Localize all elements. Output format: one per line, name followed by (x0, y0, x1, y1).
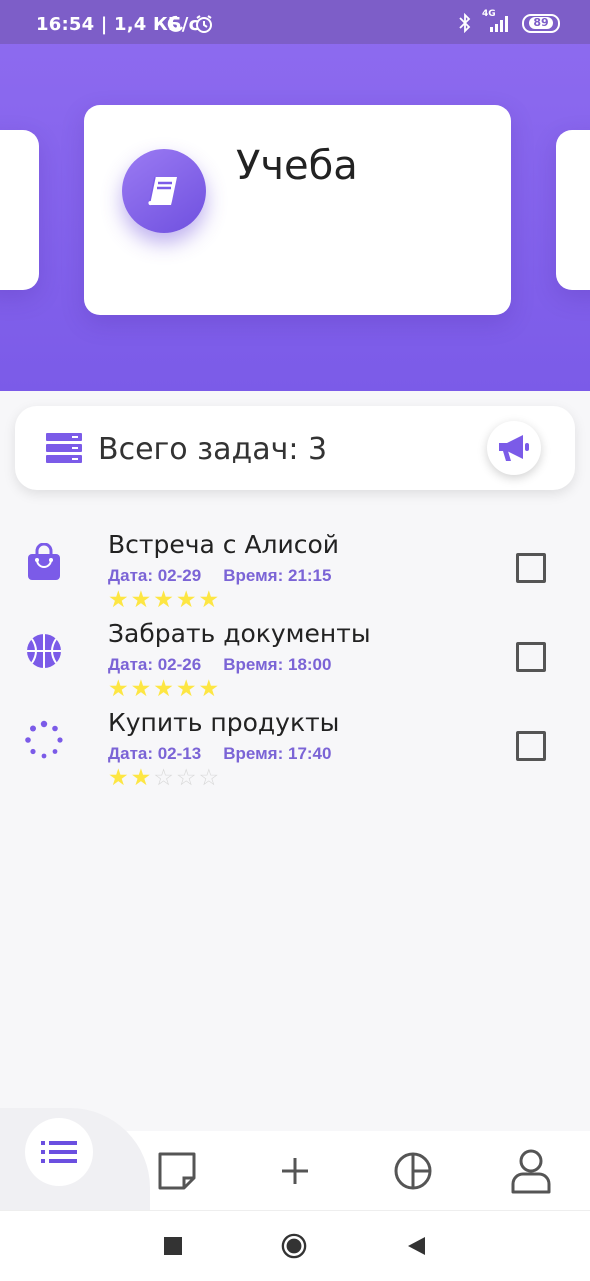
user-icon (511, 1149, 551, 1194)
star-empty-icon: ☆ (153, 765, 174, 791)
task-title: Забрать документы (108, 619, 371, 648)
task-summary-bar: Всего задач: 3 (15, 406, 575, 490)
announce-button[interactable] (487, 421, 541, 475)
nav-notes-button[interactable] (154, 1148, 200, 1194)
task-category-icon (24, 633, 64, 673)
star-filled-icon: ★ (153, 676, 174, 702)
battery-level: 89 (529, 17, 553, 29)
shopping-bag-icon (26, 542, 62, 586)
star-filled-icon: ★ (175, 676, 197, 702)
book-icon (148, 176, 177, 206)
star-empty-icon: ☆ (175, 765, 197, 791)
star-filled-icon: ★ (108, 587, 129, 613)
star-filled-icon: ★ (153, 587, 174, 613)
task-date: Дата: 02-26 (108, 655, 202, 674)
star-filled-icon: ★ (198, 587, 220, 613)
task-category-icon (24, 720, 64, 765)
list-stack-icon (46, 433, 82, 463)
task-time: Время: 17:40 (223, 744, 332, 763)
recents-button[interactable] (160, 1233, 186, 1259)
nav-profile-button[interactable] (508, 1148, 554, 1194)
star-filled-icon: ★ (130, 676, 152, 702)
nav-add-button[interactable] (272, 1148, 318, 1194)
pie-chart-icon (394, 1152, 432, 1190)
status-bar: 16:54 | 1,4 КБ/с 4G 89 (0, 0, 590, 44)
do-not-disturb-icon (167, 15, 183, 32)
task-done-checkbox[interactable] (516, 642, 546, 672)
header-banner: 16:54 | 1,4 КБ/с 4G 89 Учеба (0, 0, 590, 391)
task-meta: Дата: 02-13 Время: 17:40 (108, 744, 331, 764)
category-card-current[interactable]: Учеба (84, 105, 511, 315)
nav-stats-button[interactable] (390, 1148, 436, 1194)
star-empty-icon: ☆ (198, 765, 220, 791)
star-filled-icon: ★ (175, 587, 197, 613)
task-done-checkbox[interactable] (516, 731, 546, 761)
home-circle-icon (281, 1233, 307, 1259)
task-rating: ★ ★ ☆ ☆ ☆ (108, 766, 219, 790)
task-time: Время: 18:00 (223, 655, 332, 674)
square-icon (164, 1237, 182, 1255)
category-title: Учеба (236, 143, 358, 189)
star-filled-icon: ★ (130, 587, 152, 613)
note-icon (158, 1152, 196, 1190)
nav-tasks-button[interactable] (25, 1118, 93, 1186)
task-rating: ★ ★ ★ ★ ★ (108, 677, 219, 701)
task-row[interactable]: Купить продукты Дата: 02-13 Время: 17:40 ★ ★… (0, 708, 590, 796)
home-button[interactable] (281, 1233, 307, 1259)
list-icon (41, 1141, 77, 1163)
task-category-icon (24, 542, 64, 586)
task-meta: Дата: 02-26 Время: 18:00 (108, 655, 331, 675)
task-row[interactable]: Встреча с Алисой Дата: 02-29 Время: 21:15 ★… (0, 530, 590, 618)
star-filled-icon: ★ (108, 765, 129, 791)
bluetooth-icon (459, 13, 471, 33)
task-rating: ★ ★ ★ ★ ★ (108, 588, 219, 612)
plus-icon (282, 1158, 308, 1184)
task-title: Купить продукты (108, 708, 340, 737)
star-filled-icon: ★ (130, 765, 152, 791)
task-title: Встреча с Алисой (108, 530, 340, 559)
task-count-label: Всего задач: 3 (98, 432, 328, 467)
category-card-previous[interactable] (0, 130, 39, 290)
task-done-checkbox[interactable] (516, 553, 546, 583)
status-icons: 4G 89 (458, 9, 560, 34)
category-card-next[interactable] (556, 130, 590, 290)
system-navigation-bar (0, 1210, 590, 1281)
star-filled-icon: ★ (198, 676, 220, 702)
star-filled-icon: ★ (108, 676, 129, 702)
signal-icon: 4G (482, 9, 512, 33)
back-triangle-icon (408, 1237, 425, 1255)
task-row[interactable]: Забрать документы Дата: 02-26 Время: 18:00… (0, 619, 590, 707)
battery-indicator: 89 (522, 13, 560, 33)
task-date: Дата: 02-29 (108, 566, 202, 585)
megaphone-icon (499, 435, 529, 461)
task-date: Дата: 02-13 (108, 744, 202, 763)
task-time: Время: 21:15 (223, 566, 332, 585)
category-icon-badge (122, 149, 206, 233)
task-meta: Дата: 02-29 Время: 21:15 (108, 566, 331, 586)
basketball-icon (25, 632, 63, 675)
back-button[interactable] (403, 1233, 429, 1259)
alarm-icon (196, 15, 212, 33)
spinner-icon (24, 720, 64, 765)
